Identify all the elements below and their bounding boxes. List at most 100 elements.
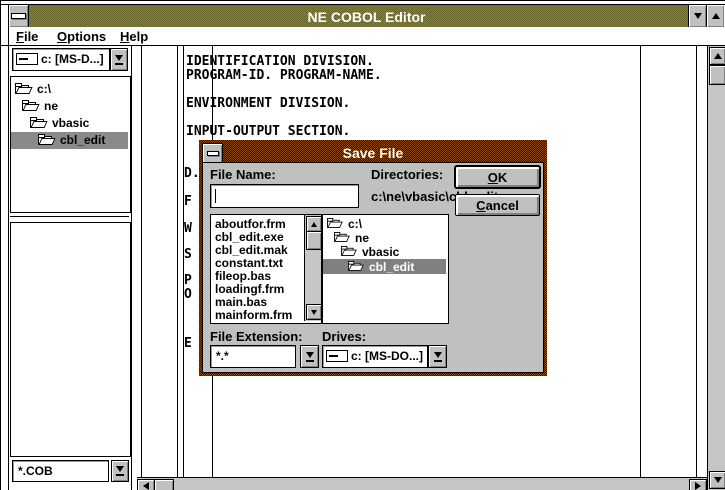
tree-item-label: ne [44, 99, 58, 113]
tree-row[interactable]: vbasic [323, 245, 446, 259]
dialog-title-bar[interactable]: Save File [202, 143, 544, 162]
code-line: ENVIRONMENT DIVISION. [186, 96, 686, 110]
scroll-left-button[interactable] [137, 479, 155, 490]
filter-combo[interactable]: *.COB [12, 460, 109, 482]
code-fragment: F [184, 194, 192, 209]
drives-label: Drives: [322, 329, 366, 344]
scroll-up-button[interactable] [709, 47, 725, 65]
minimize-button[interactable] [688, 5, 706, 27]
tree-row[interactable]: c:\ [11, 81, 128, 98]
code-fragment: D. [184, 166, 200, 181]
file-item[interactable]: fileop.bas [215, 269, 271, 283]
code-line: IDENTIFICATION DIVISION. [186, 54, 686, 68]
arrow-up-icon [714, 53, 722, 59]
code-fragment: E [184, 336, 192, 351]
tree-item-label: c:\ [348, 217, 362, 231]
tree-row[interactable]: ne [11, 98, 128, 115]
filter-combo-dropdown-button[interactable] [111, 460, 129, 482]
save-file-dialog: Save File File Name: Directories: c:\ne\… [199, 140, 547, 376]
tree-item-label: c:\ [37, 82, 51, 96]
file-extension-combo[interactable]: *.* [210, 345, 296, 368]
tree-row-selected[interactable]: cbl_edit [11, 132, 128, 149]
cancel-button[interactable]: Cancel [455, 194, 540, 216]
tree-row[interactable]: vbasic [11, 115, 128, 132]
file-list-scrollbar[interactable] [304, 215, 321, 321]
arrow-down-icon [311, 310, 317, 315]
drives-dropdown-button[interactable] [428, 345, 447, 368]
file-extension-label: File Extension: [210, 329, 302, 344]
left-panel-border [131, 46, 132, 490]
window-title: NE COBOL Editor [9, 9, 724, 25]
code-fragment: O [184, 287, 192, 302]
folder-open-icon [30, 117, 46, 128]
dropdown-bar [434, 360, 442, 362]
file-name-input[interactable] [210, 184, 359, 208]
tree-row[interactable]: c:\ [323, 217, 446, 231]
scroll-down-button[interactable] [306, 304, 322, 320]
horizontal-scrollbar[interactable] [137, 477, 707, 490]
file-item[interactable]: cbl_edit.exe [215, 230, 284, 244]
editor-column-guide [183, 46, 184, 478]
ok-button[interactable]: OK [455, 166, 540, 188]
dialog-title: Save File [202, 145, 544, 161]
vertical-scrollbar[interactable] [707, 46, 725, 490]
file-item[interactable]: cbl_edit.mak [215, 243, 288, 257]
scroll-down-button[interactable] [709, 471, 725, 489]
left-file-list[interactable] [10, 222, 131, 457]
scroll-up-button[interactable] [306, 216, 322, 232]
dialog-directory-tree[interactable]: c:\ ne vbasic cbl_edit [322, 214, 449, 324]
maximize-icon [712, 13, 720, 19]
panel-separator [10, 216, 129, 217]
menu-item-help[interactable]: Help [120, 29, 148, 44]
file-item[interactable]: loadingf.frm [215, 282, 284, 296]
menu-bar [9, 27, 724, 45]
file-extension-value: *.* [216, 349, 229, 363]
drive-icon [16, 53, 38, 65]
code-line: PROGRAM-ID. PROGRAM-NAME. [186, 68, 686, 82]
code-editor[interactable]: IDENTIFICATION DIVISION. PROGRAM-ID. PRO… [186, 54, 686, 138]
tree-row[interactable]: ne [323, 231, 446, 245]
tree-item-label: cbl_edit [60, 133, 105, 147]
file-name-label: File Name: [210, 167, 276, 182]
directories-label: Directories: [371, 167, 443, 182]
code-line [186, 110, 686, 124]
arrow-up-icon [311, 222, 317, 227]
code-fragment: S [184, 247, 192, 262]
code-fragment: W [184, 221, 192, 236]
app-window: NE COBOL Editor File Options Help c: [MS… [0, 0, 725, 490]
filter-combo-value: *.COB [18, 464, 53, 478]
file-item[interactable]: constant.txt [215, 256, 283, 270]
arrow-left-icon [143, 482, 149, 490]
scroll-right-button[interactable] [689, 479, 707, 490]
frame-left-line [8, 4, 9, 490]
editor-column-guide [177, 46, 178, 478]
drive-combo-dropdown-button[interactable] [110, 48, 128, 71]
file-item[interactable]: mainform.frm [215, 308, 292, 322]
drives-combo[interactable]: c: [MS-DO...] [322, 345, 428, 368]
folder-open-icon [348, 261, 362, 271]
code-line: INPUT-OUTPUT SECTION. [186, 124, 686, 138]
drive-icon [326, 350, 348, 362]
dialog-content: File Name: Directories: c:\ne\vbasic\cbl… [202, 162, 544, 373]
file-extension-dropdown-button[interactable] [300, 345, 319, 368]
arrow-down-icon [714, 477, 722, 483]
folder-open-icon [341, 246, 355, 256]
file-item[interactable]: main.bas [215, 295, 267, 309]
chevron-down-icon [434, 352, 442, 358]
menu-item-options[interactable]: Options [57, 29, 106, 44]
maximize-button[interactable] [706, 5, 724, 27]
dialog-file-list[interactable]: aboutfor.frm cbl_edit.exe cbl_edit.mak c… [210, 214, 322, 324]
vertical-scroll-thumb[interactable] [709, 65, 725, 85]
tree-row-selected[interactable]: cbl_edit [323, 259, 446, 274]
code-line [186, 82, 686, 96]
dropdown-bar [115, 63, 123, 65]
file-list-scroll-thumb[interactable] [306, 231, 322, 250]
folder-open-icon [15, 83, 31, 94]
drive-combo[interactable]: c: [MS-D...] [12, 48, 110, 71]
file-item[interactable]: aboutfor.frm [215, 217, 286, 231]
left-directory-list[interactable]: c:\ ne vbasic cbl_edit [10, 76, 131, 213]
menu-item-file[interactable]: File [16, 29, 38, 44]
horizontal-scroll-thumb[interactable] [154, 479, 174, 490]
menu-bar-divider [0, 45, 725, 46]
dropdown-bar [306, 360, 314, 362]
